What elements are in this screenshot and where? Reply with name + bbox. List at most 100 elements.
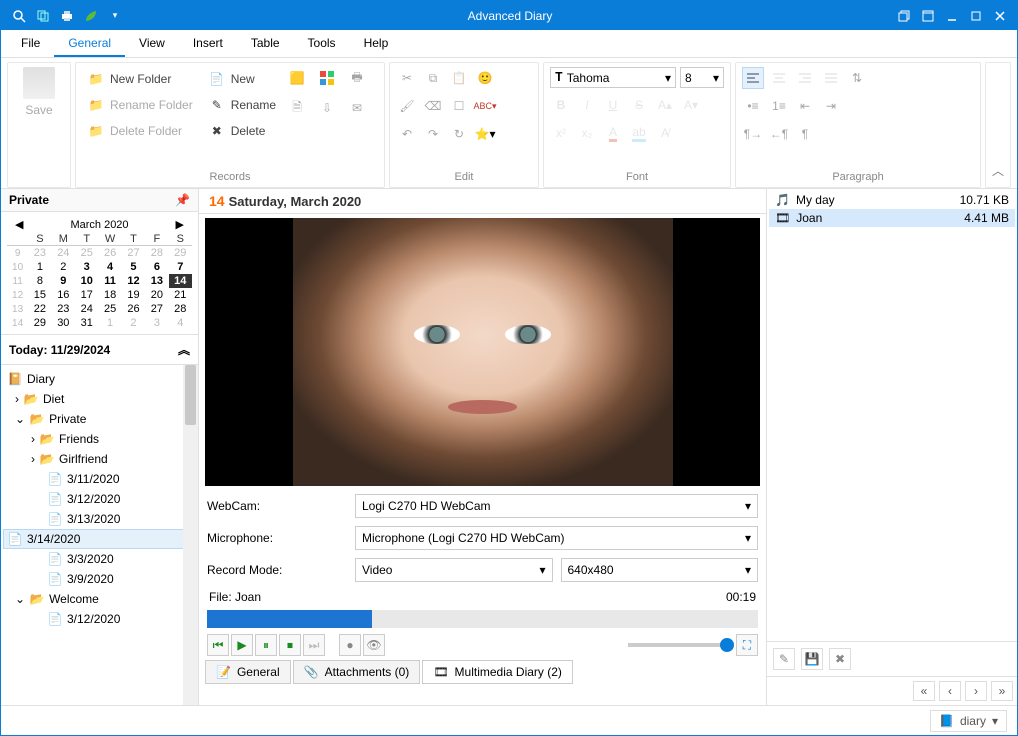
repeat-icon[interactable]: ↻ xyxy=(448,123,470,145)
search-icon[interactable] xyxy=(11,8,27,24)
menu-view[interactable]: View xyxy=(125,31,179,57)
favorite-icon[interactable]: ⭐▾ xyxy=(474,123,496,145)
cut-icon[interactable]: ✂ xyxy=(396,67,418,89)
number-list-icon[interactable]: 1≡ xyxy=(768,95,790,117)
calendar-day[interactable]: 27 xyxy=(145,302,168,316)
calendar-day[interactable]: 10 xyxy=(75,274,98,288)
collapse-up-icon[interactable]: ︽ xyxy=(178,341,190,358)
delete-button[interactable]: ✖Delete xyxy=(203,119,282,143)
eraser-icon[interactable]: ⌫ xyxy=(422,95,444,117)
font-grow-icon[interactable]: A▴ xyxy=(654,94,676,116)
copy-button[interactable]: ⧉ xyxy=(422,67,444,89)
save-attachment-button[interactable]: 💾 xyxy=(801,648,823,670)
calendar-day[interactable]: 4 xyxy=(98,260,121,274)
tree-girlfriend[interactable]: ›📂Girlfriend xyxy=(3,449,196,469)
tree-diary[interactable]: 📔Diary xyxy=(3,369,196,389)
tab-general[interactable]: 📝General xyxy=(205,660,291,684)
calendar-day[interactable]: 18 xyxy=(98,288,121,302)
microphone-select[interactable]: Microphone (Logi C270 HD WebCam)▾ xyxy=(355,526,758,550)
pin-icon[interactable]: 📌 xyxy=(175,193,190,207)
mode-select[interactable]: Video▾ xyxy=(355,558,553,582)
italic-icon[interactable]: I xyxy=(576,94,598,116)
menu-insert[interactable]: Insert xyxy=(179,31,237,57)
tree-scrollbar[interactable] xyxy=(183,365,198,705)
print-icon[interactable] xyxy=(59,8,75,24)
attachment-row[interactable]: 🎞Joan4.41 MB xyxy=(769,209,1015,227)
calendar-day[interactable]: 4 xyxy=(169,316,192,330)
calendar-day[interactable]: 25 xyxy=(98,302,121,316)
tree-entry[interactable]: 📄3/12/2020 xyxy=(3,489,196,509)
calendar-day[interactable]: 1 xyxy=(98,316,121,330)
nav-first-icon[interactable]: « xyxy=(913,681,935,701)
bold-icon[interactable]: B xyxy=(550,94,572,116)
tree-entry-selected[interactable]: 📄3/14/2020 xyxy=(3,529,196,549)
calendar-day[interactable]: 3 xyxy=(145,316,168,330)
delete-attachment-button[interactable]: ✖ xyxy=(829,648,851,670)
tree-diet[interactable]: ›📂Diet xyxy=(3,389,196,409)
fullscreen-button[interactable]: ⛶ xyxy=(736,634,758,656)
tree-private[interactable]: ⌄📂Private xyxy=(3,409,196,429)
record-button[interactable]: ● xyxy=(339,634,361,656)
calendar-day[interactable]: 26 xyxy=(98,246,121,261)
pause-button[interactable]: ⏸ xyxy=(255,634,277,656)
window-icon[interactable] xyxy=(917,6,939,26)
align-left-icon[interactable] xyxy=(742,67,764,89)
new-folder-button[interactable]: 📁New Folder xyxy=(82,67,199,91)
stop-button[interactable]: ⏹ xyxy=(279,634,301,656)
brush-icon[interactable]: 🖌 xyxy=(396,95,418,117)
calendar-day[interactable]: 22 xyxy=(28,302,51,316)
save-button[interactable]: Save xyxy=(14,67,64,117)
tree-welcome[interactable]: ⌄📂Welcome xyxy=(3,589,196,609)
tree-entry[interactable]: 📄3/11/2020 xyxy=(3,469,196,489)
mail-button[interactable]: ✉ xyxy=(346,97,368,119)
align-right-icon[interactable] xyxy=(794,67,816,89)
calendar-day[interactable]: 7 xyxy=(169,260,192,274)
calendar-day[interactable]: 16 xyxy=(52,288,75,302)
indent-icon[interactable]: ⇥ xyxy=(820,95,842,117)
strike-icon[interactable]: S xyxy=(628,94,650,116)
calendar-day[interactable]: 30 xyxy=(52,316,75,330)
calendar-day[interactable]: 8 xyxy=(28,274,51,288)
tab-attachments[interactable]: 📎Attachments (0) xyxy=(293,660,421,684)
calendar-day[interactable]: 23 xyxy=(52,302,75,316)
nav-prev-icon[interactable]: ‹ xyxy=(939,681,961,701)
calendar-day[interactable]: 12 xyxy=(122,274,145,288)
tree-entry[interactable]: 📄3/9/2020 xyxy=(3,569,196,589)
pilcrow-icon[interactable]: ¶ xyxy=(794,123,816,145)
calendar-day[interactable]: 11 xyxy=(98,274,121,288)
resolution-select[interactable]: 640x480▾ xyxy=(561,558,759,582)
tree-entry[interactable]: 📄3/3/2020 xyxy=(3,549,196,569)
webcam-select[interactable]: Logi C270 HD WebCam▾ xyxy=(355,494,758,518)
calendar-day[interactable]: 14 xyxy=(169,274,192,288)
emoji-icon[interactable]: 🙂 xyxy=(474,67,496,89)
menu-file[interactable]: File xyxy=(7,31,54,57)
leaf-icon[interactable] xyxy=(83,8,99,24)
tree-entry[interactable]: 📄3/13/2020 xyxy=(3,509,196,529)
font-color-icon[interactable]: A xyxy=(602,122,624,144)
restore-down-icon[interactable] xyxy=(893,6,915,26)
superscript-icon[interactable]: x² xyxy=(550,122,572,144)
calendar-day[interactable]: 13 xyxy=(145,274,168,288)
outdent-icon[interactable]: ⇤ xyxy=(794,95,816,117)
note-icon[interactable]: 🟨 xyxy=(286,67,308,89)
calendar-day[interactable]: 17 xyxy=(75,288,98,302)
highlight-icon[interactable]: ab xyxy=(628,122,650,144)
cal-next-icon[interactable]: ▶ xyxy=(176,218,184,231)
volume-slider[interactable] xyxy=(628,643,728,647)
ribbon-collapse-icon[interactable]: ︿ xyxy=(985,62,1011,188)
skip-back-button[interactable]: ⏮ xyxy=(207,634,229,656)
nav-next-icon[interactable]: › xyxy=(965,681,987,701)
preview-button[interactable]: 🗎 xyxy=(286,97,308,119)
edit-attachment-button[interactable]: ✎ xyxy=(773,648,795,670)
attachment-row[interactable]: 🎵My day10.71 KB xyxy=(769,191,1015,209)
menu-tools[interactable]: Tools xyxy=(294,31,350,57)
calendar-day[interactable]: 21 xyxy=(169,288,192,302)
font-shrink-icon[interactable]: A▾ xyxy=(680,94,702,116)
font-name-select[interactable]: 𝐓Tahoma▾ xyxy=(550,67,676,88)
calendar-day[interactable]: 25 xyxy=(75,246,98,261)
tree-friends[interactable]: ›📂Friends xyxy=(3,429,196,449)
calendar-day[interactable]: 24 xyxy=(52,246,75,261)
rename-folder-button[interactable]: 📁Rename Folder xyxy=(82,93,199,117)
calendar-day[interactable]: 3 xyxy=(75,260,98,274)
menu-table[interactable]: Table xyxy=(237,31,294,57)
